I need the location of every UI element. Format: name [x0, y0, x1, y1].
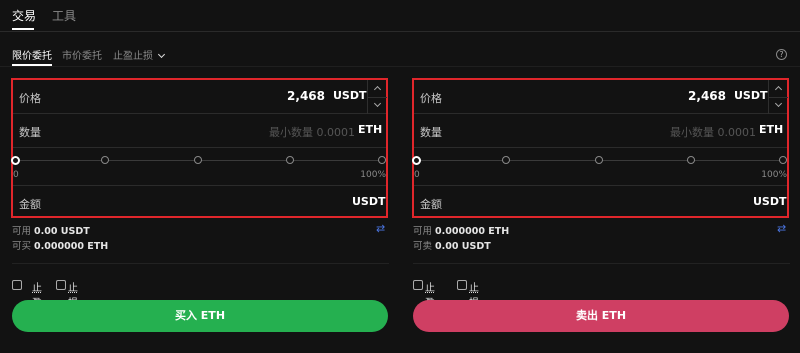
price-unit: USDT	[333, 89, 367, 102]
tp-sl-tab-label: 止盈止损	[113, 51, 153, 62]
price-unit: USDT	[734, 89, 768, 102]
tab-tp-sl-order[interactable]: 止盈止损	[113, 47, 166, 62]
buy-max-buy: 可买 0.000000 ETH	[12, 238, 108, 252]
available-value: 0.00 USDT	[34, 226, 90, 237]
total-label: 金额	[19, 198, 41, 211]
slider-step-75[interactable]	[286, 156, 294, 164]
buy-total-field[interactable]: 金额 USDT	[13, 186, 386, 220]
amount-label: 数量	[19, 126, 41, 139]
tab-limit-order[interactable]: 限价委托	[12, 47, 52, 62]
can-sell-value: 0.00 USDT	[435, 241, 491, 252]
divider	[413, 263, 790, 264]
slider-min-label: 0	[13, 170, 19, 180]
chevron-up-icon	[373, 85, 382, 94]
chevron-down-icon	[373, 99, 382, 108]
slider-max-label: 100%	[761, 170, 787, 180]
can-sell-label: 可卖	[413, 241, 433, 252]
active-tab-indicator	[12, 28, 34, 30]
chevron-up-icon	[774, 85, 783, 94]
sell-max-sell: 可卖 0.00 USDT	[413, 238, 491, 252]
amount-unit: ETH	[358, 123, 383, 136]
total-label: 金额	[420, 198, 442, 211]
price-value[interactable]: 2,468	[688, 89, 726, 103]
stop-loss-checkbox[interactable]	[457, 280, 467, 290]
help-circle-icon[interactable]: ?	[776, 49, 787, 60]
slider-step-50[interactable]	[595, 156, 603, 164]
price-label: 价格	[420, 92, 442, 105]
price-increment-button[interactable]	[769, 80, 788, 97]
price-decrement-button[interactable]	[368, 97, 387, 114]
slider-step-100[interactable]	[378, 156, 386, 164]
buy-percent-slider[interactable]: 0 100%	[11, 148, 386, 186]
amount-placeholder: 最小数量 0.0001	[269, 126, 355, 139]
slider-handle[interactable]	[412, 156, 421, 165]
total-unit: USDT	[753, 195, 787, 208]
slider-max-label: 100%	[360, 170, 386, 180]
transfer-icon[interactable]: ⇄	[376, 222, 385, 235]
slider-step-100[interactable]	[779, 156, 787, 164]
price-label: 价格	[19, 92, 41, 105]
slider-handle[interactable]	[11, 156, 20, 165]
sell-amount-field[interactable]: 数量 最小数量 0.0001 ETH	[414, 114, 787, 148]
divider	[0, 66, 800, 67]
buy-eth-button[interactable]: 买入 ETH	[12, 300, 388, 332]
transfer-icon[interactable]: ⇄	[777, 222, 786, 235]
can-buy-value: 0.000000 ETH	[34, 241, 109, 252]
sell-total-field[interactable]: 金额 USDT	[414, 186, 787, 220]
buy-order-form: 价格 2,468 USDT 数量 最小数量 0.0001 ETH 0 100% …	[11, 78, 388, 218]
available-label: 可用	[12, 226, 32, 237]
chevron-down-icon	[157, 50, 166, 59]
price-stepper[interactable]	[768, 80, 788, 114]
amount-label: 数量	[420, 126, 442, 139]
sell-eth-button[interactable]: 卖出 ETH	[413, 300, 789, 332]
buy-available: 可用 0.00 USDT	[12, 223, 90, 237]
order-type-tabs: 限价委托 市价委托 止盈止损	[0, 42, 800, 66]
price-stepper[interactable]	[367, 80, 387, 114]
sell-price-field[interactable]: 价格 2,468 USDT	[414, 80, 788, 114]
chevron-down-icon	[774, 99, 783, 108]
stop-loss-checkbox[interactable]	[56, 280, 66, 290]
price-decrement-button[interactable]	[769, 97, 788, 114]
slider-step-50[interactable]	[194, 156, 202, 164]
slider-step-25[interactable]	[502, 156, 510, 164]
total-unit: USDT	[352, 195, 386, 208]
price-increment-button[interactable]	[368, 80, 387, 97]
tab-trade[interactable]: 交易	[12, 7, 36, 24]
amount-unit: ETH	[759, 123, 784, 136]
slider-min-label: 0	[414, 170, 420, 180]
take-profit-checkbox[interactable]	[12, 280, 22, 290]
amount-placeholder: 最小数量 0.0001	[670, 126, 756, 139]
buy-amount-field[interactable]: 数量 最小数量 0.0001 ETH	[13, 114, 386, 148]
available-value: 0.000000 ETH	[435, 226, 510, 237]
sell-order-form: 价格 2,468 USDT 数量 最小数量 0.0001 ETH 0 100% …	[412, 78, 789, 218]
price-value[interactable]: 2,468	[287, 89, 325, 103]
buy-price-field[interactable]: 价格 2,468 USDT	[13, 80, 387, 114]
slider-step-25[interactable]	[101, 156, 109, 164]
slider-step-75[interactable]	[687, 156, 695, 164]
tab-market-order[interactable]: 市价委托	[62, 47, 102, 62]
tab-tools[interactable]: 工具	[52, 7, 76, 24]
top-tab-bar: 交易 工具	[0, 0, 800, 32]
sell-available: 可用 0.000000 ETH	[413, 223, 509, 237]
divider	[12, 263, 389, 264]
take-profit-checkbox[interactable]	[413, 280, 423, 290]
sell-percent-slider[interactable]: 0 100%	[412, 148, 787, 186]
available-label: 可用	[413, 226, 433, 237]
can-buy-label: 可买	[12, 241, 32, 252]
